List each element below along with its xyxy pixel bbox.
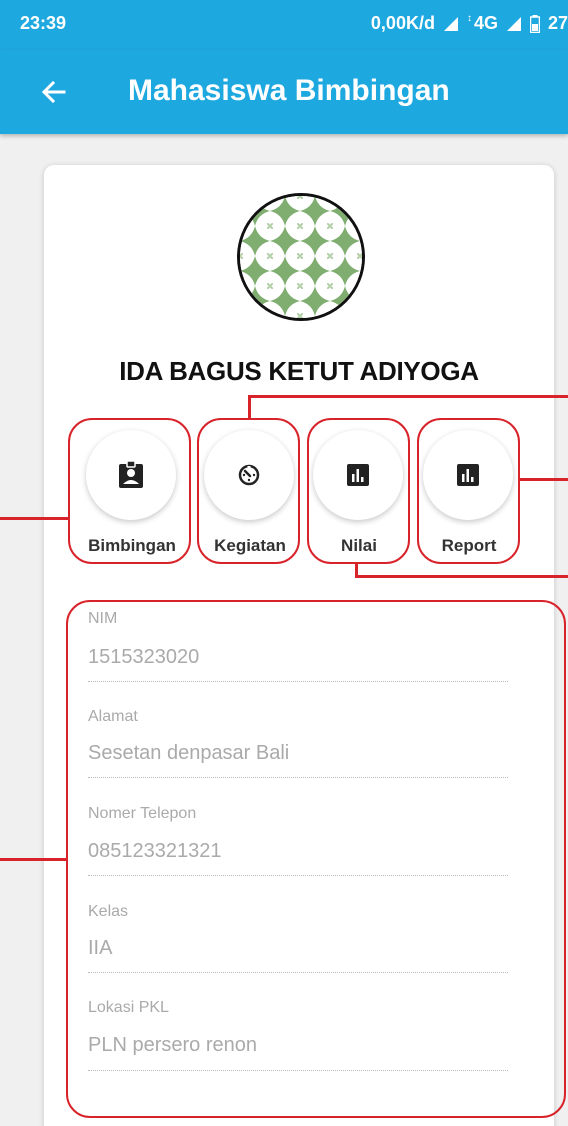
lokasi-field[interactable]: PLN persero renon [88, 1034, 257, 1057]
annotation-line [248, 395, 568, 398]
network-type: ↕ 4G [466, 13, 498, 33]
arrow-left-icon [41, 80, 66, 104]
annotation-line [0, 858, 68, 861]
annotation-line [0, 517, 70, 520]
telepon-label: Nomer Telepon [88, 805, 197, 822]
field-divider [88, 1070, 508, 1071]
telepon-field[interactable]: 085123321321 [88, 840, 221, 863]
network-speed: 0,00K/d [370, 13, 435, 33]
field-divider [88, 875, 508, 876]
kelas-label: Kelas [88, 903, 129, 920]
highlight-kegiatan [197, 418, 300, 564]
alamat-label: Alamat [88, 708, 138, 725]
battery-icon [529, 14, 540, 33]
status-time: 23:39 [20, 13, 67, 33]
app-bar: Mahasiswa Bimbingan [0, 50, 568, 134]
avatar-pattern-icon [240, 196, 362, 318]
highlight-bimbingan [68, 418, 191, 564]
annotation-line [355, 562, 358, 577]
student-name: IDA BAGUS KETUT ADIYOGA [119, 356, 479, 386]
back-button[interactable] [34, 72, 74, 112]
annotation-line [248, 395, 251, 420]
lokasi-label: Lokasi PKL [88, 999, 169, 1016]
signal-icon [506, 16, 521, 31]
page-title: Mahasiswa Bimbingan [128, 74, 450, 107]
annotation-line [518, 478, 568, 481]
annotation-line [355, 575, 568, 578]
highlight-nilai [307, 418, 410, 564]
alamat-field[interactable]: Sesetan denpasar Bali [88, 742, 289, 765]
field-divider [88, 972, 508, 973]
status-indicators: 0,00K/d ↕ 4G 27 [371, 13, 568, 34]
nim-label: NIM [88, 610, 118, 627]
highlight-report [417, 418, 520, 564]
field-divider [88, 777, 508, 778]
nim-field[interactable]: 1515323020 [88, 646, 199, 669]
battery-level: 27 [547, 13, 568, 33]
field-divider [88, 681, 508, 682]
status-bar: 23:39 0,00K/d ↕ 4G 27 [0, 0, 568, 50]
avatar [237, 193, 365, 321]
kelas-field[interactable]: IIA [88, 937, 112, 960]
signal-icon [443, 16, 458, 31]
